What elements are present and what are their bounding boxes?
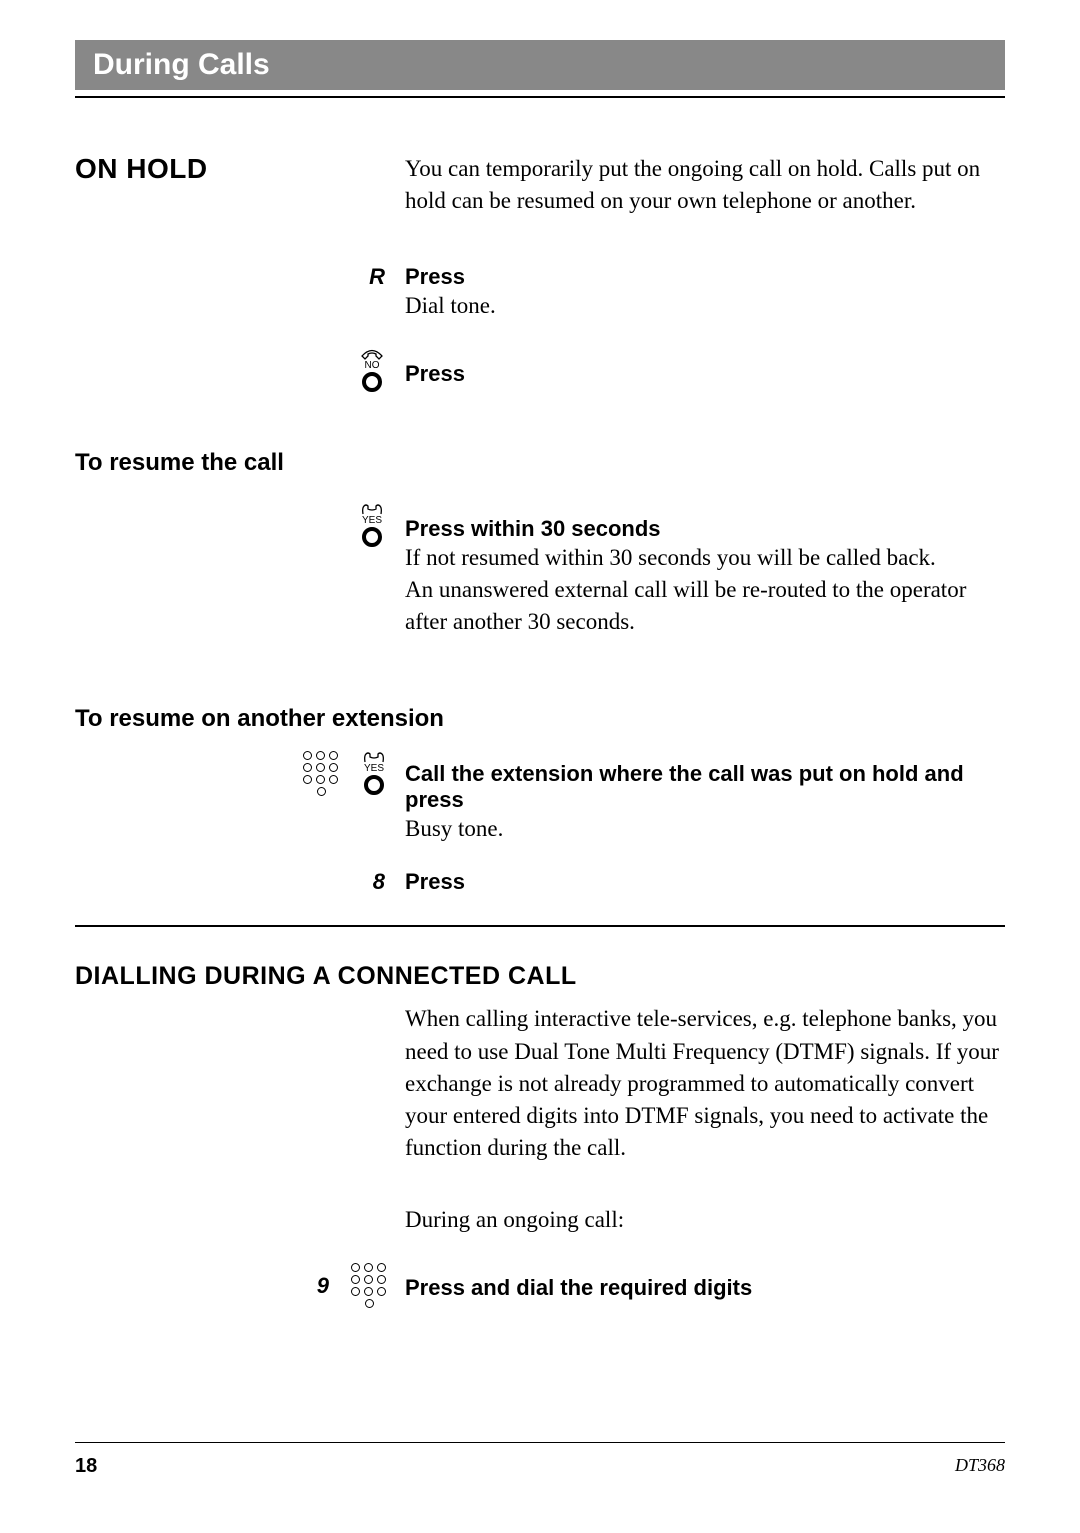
handset-icon xyxy=(359,348,385,360)
yes-button-icon: YES xyxy=(361,751,387,795)
handset-icon xyxy=(361,751,387,763)
digit-9-label: 9 xyxy=(317,1273,329,1299)
circle-ring-icon xyxy=(362,372,382,392)
dialling-heading: DIALLING DURING A CONNECTED CALL xyxy=(75,962,1005,991)
dialling-context-text: During an ongoing call: xyxy=(405,1204,1005,1236)
resume-action: Press within 30 seconds xyxy=(405,516,1005,542)
resume-other-action: Call the extension where the call was pu… xyxy=(405,761,1005,813)
yes-label: YES xyxy=(362,516,382,526)
onhold-step2-row: NO Press xyxy=(75,347,1005,392)
resume-heading: To resume the call xyxy=(75,449,1005,477)
header-bar: During Calls xyxy=(75,40,1005,90)
keypad-icon xyxy=(303,751,339,796)
resume-other-step2-row: 8 Press xyxy=(75,869,1005,895)
resume-other-step2-action: Press xyxy=(405,869,1005,895)
dialling-intro-text: When calling interactive tele-services, … xyxy=(405,1003,1005,1164)
resume-heading-row: To resume the call xyxy=(75,449,1005,477)
onhold-intro-text: You can temporarily put the ongoing call… xyxy=(405,153,1005,217)
page-footer: 18 DT368 xyxy=(75,1442,1005,1478)
resume-note1: If not resumed within 30 seconds you wil… xyxy=(405,542,1005,574)
section-divider xyxy=(75,925,1005,927)
onhold-heading: ON HOLD xyxy=(75,153,345,185)
dialling-intro-row: When calling interactive tele-services, … xyxy=(75,1003,1005,1164)
resume-step-row: YES Press within 30 seconds If not resum… xyxy=(75,502,1005,639)
no-button-icon: NO xyxy=(359,348,385,392)
header-title: During Calls xyxy=(93,48,270,81)
digit-8-label: 8 xyxy=(373,869,385,894)
page-number: 18 xyxy=(75,1455,97,1478)
resume-other-heading-row: To resume on another extension xyxy=(75,705,1005,733)
onhold-intro-row: ON HOLD You can temporarily put the ongo… xyxy=(75,153,1005,217)
keypad-icon xyxy=(351,1263,387,1308)
model-number: DT368 xyxy=(955,1455,1005,1478)
resume-other-heading: To resume on another extension xyxy=(75,705,1005,733)
onhold-step1-action: Press xyxy=(405,264,1005,290)
dialling-context-row: During an ongoing call: xyxy=(75,1204,1005,1236)
yes-button-icon: YES xyxy=(359,503,385,547)
r-key-label: R xyxy=(369,264,385,289)
onhold-step1-row: R Press Dial tone. xyxy=(75,264,1005,322)
header-underline xyxy=(75,96,1005,98)
circle-ring-icon xyxy=(362,527,382,547)
no-label: NO xyxy=(365,361,380,371)
resume-other-note: Busy tone. xyxy=(405,813,1005,845)
handset-icon xyxy=(359,503,385,515)
circle-ring-icon xyxy=(364,775,384,795)
dialling-heading-row: DIALLING DURING A CONNECTED CALL xyxy=(75,962,1005,991)
dialling-step-row: 9 Press and dial the required digits xyxy=(75,1263,1005,1308)
dialling-step-action: Press and dial the required digits xyxy=(405,1275,1005,1301)
onhold-step1-note: Dial tone. xyxy=(405,290,1005,322)
yes-label: YES xyxy=(364,764,384,774)
resume-other-step1-row: YES Call the extension where the call wa… xyxy=(75,751,1005,845)
resume-note2: An unanswered external call will be re-r… xyxy=(405,574,1005,638)
onhold-step2-action: Press xyxy=(405,361,1005,387)
